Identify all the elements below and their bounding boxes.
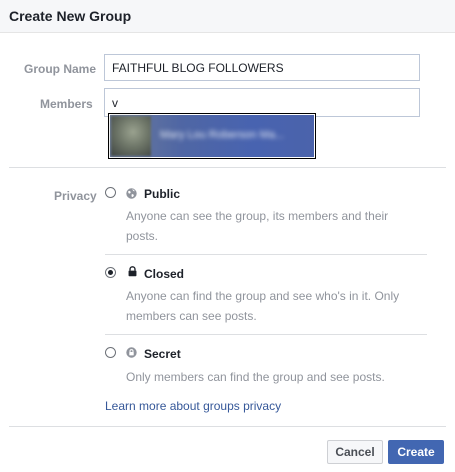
cancel-button[interactable]: Cancel — [327, 440, 383, 464]
secret-icon — [126, 347, 137, 358]
avatar — [111, 116, 151, 156]
suggestion-highlight: Mary Lou Roberson Ma... — [110, 115, 314, 157]
group-name-input[interactable] — [104, 54, 420, 81]
secret-radio[interactable] — [105, 347, 116, 358]
group-name-label: Group Name — [24, 62, 97, 76]
public-radio[interactable] — [105, 187, 116, 198]
globe-icon — [126, 188, 137, 199]
public-description-line: posts. — [126, 229, 159, 243]
secret-description: Only members can find the group and see … — [126, 367, 416, 387]
create-button[interactable]: Create — [388, 440, 444, 464]
section-divider — [9, 167, 446, 168]
closed-title: Closed — [144, 267, 185, 281]
option-divider — [105, 334, 427, 335]
public-title: Public — [144, 187, 181, 201]
dialog-title: Create New Group — [9, 8, 132, 24]
create-group-dialog: Create New Group Group Name Members Mary… — [0, 0, 455, 472]
dialog-header: Create New Group — [0, 0, 455, 33]
privacy-label: Privacy — [54, 189, 97, 203]
suggestion-name: Mary Lou Roberson Ma... — [160, 129, 285, 141]
learn-more-link[interactable]: Learn more about groups privacy — [105, 399, 281, 413]
closed-description: Anyone can find the group and see who's … — [126, 286, 416, 326]
lock-icon — [128, 266, 137, 277]
footer-divider — [9, 426, 446, 427]
public-description-line: Anyone can see the group, its members an… — [126, 209, 389, 223]
closed-description-line: members can see posts. — [126, 309, 257, 323]
closed-description-line: Anyone can find the group and see who's … — [126, 289, 400, 303]
member-suggestion-item[interactable]: Mary Lou Roberson Ma... — [108, 113, 316, 159]
option-divider — [105, 254, 427, 255]
secret-description-line: Only members can find the group and see … — [126, 370, 385, 384]
members-label: Members — [40, 97, 93, 111]
secret-title: Secret — [144, 347, 181, 361]
closed-radio[interactable] — [105, 267, 116, 278]
public-description: Anyone can see the group, its members an… — [126, 206, 416, 246]
